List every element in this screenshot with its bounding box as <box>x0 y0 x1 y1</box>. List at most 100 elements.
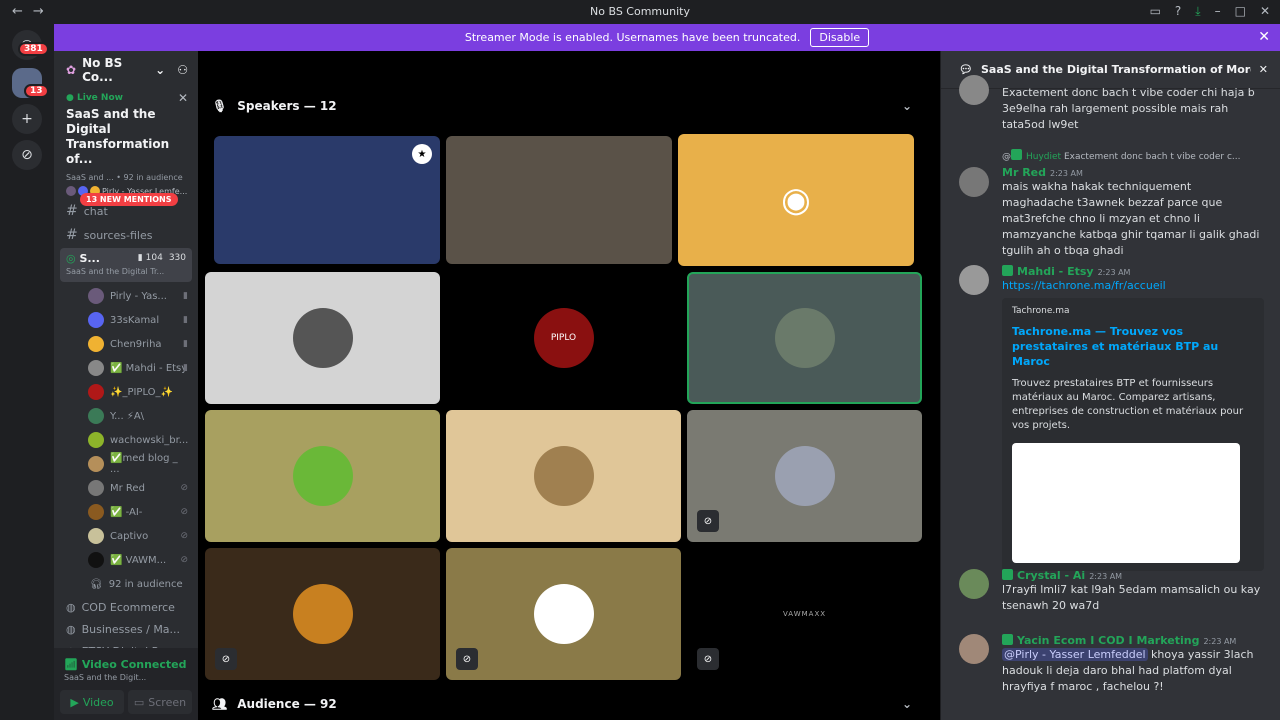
disable-button[interactable]: Disable <box>810 28 870 47</box>
speaker-tile-video-2[interactable] <box>446 136 672 264</box>
live-now-card[interactable]: ● Live Now ✕ SaaS and the Digital Transf… <box>54 89 198 196</box>
speaker-tile-3[interactable] <box>205 272 440 404</box>
voice-sub: SaaS and the Digit... <box>64 673 147 682</box>
member-name: wachowski_br... <box>110 434 189 446</box>
speaker-tile-8[interactable]: ⊘ <box>205 548 440 680</box>
avatar <box>533 584 594 644</box>
embed-site: Tachrone.ma <box>1012 306 1070 316</box>
chevron-down-icon[interactable]: ⌄ <box>902 697 912 711</box>
stage-member-list: Pirly - Yas... ▮ 33sKamal ▮ Chen9riha ▮ ✅ Mahd… <box>54 284 198 572</box>
video-count: ▮ 104 <box>137 253 163 263</box>
stage-member[interactable]: ✨_PIPLO_✨ <box>54 380 198 404</box>
member-name: ✅ VAWM... <box>110 554 167 566</box>
avatar <box>88 480 104 496</box>
avatar[interactable] <box>959 634 989 664</box>
mic-muted-icon: ⊘ <box>697 510 719 532</box>
add-server-icon[interactable]: + <box>12 104 42 134</box>
screen-share-button[interactable]: ▭ Screen <box>128 690 192 714</box>
author-name[interactable]: Mahdi - Etsy <box>1017 265 1094 278</box>
author-name[interactable]: Yacin Ecom I COD I Marketing <box>1017 634 1199 647</box>
speaker-tile-9[interactable]: ⊘ <box>446 548 681 680</box>
server-header[interactable]: ✿ No BS Co... ⌄ ⚇ <box>54 51 198 89</box>
message-link[interactable]: https://tachrone.ma/fr/accueil <box>1002 278 1264 294</box>
embed-image[interactable] <box>1012 443 1240 563</box>
close-chat-icon[interactable]: ✕ <box>1259 63 1268 76</box>
stage-member[interactable]: ✅ -AI- ⊘ <box>54 500 198 524</box>
channel-sources[interactable]: # sources-files <box>54 224 198 246</box>
help-icon[interactable]: ? <box>1175 4 1181 19</box>
avatar <box>88 504 104 520</box>
stage-member[interactable]: 33sKamal ▮ <box>54 308 198 332</box>
mic-muted-icon: ⊘ <box>697 648 719 670</box>
avatar[interactable] <box>959 569 989 599</box>
add-member-icon[interactable]: ⚇ <box>177 63 188 77</box>
avatar <box>88 432 104 448</box>
avatar <box>88 336 104 352</box>
chat-message: Exactement donc bach t vibe coder chi ha… <box>959 75 1264 133</box>
speakers-header[interactable]: 🎙︎ Speakers — 12 ⌄ <box>212 99 922 113</box>
audience-count[interactable]: 🎧︎ 92 in audience <box>54 572 198 596</box>
speaker-tile-video-1[interactable]: ★ <box>214 136 440 264</box>
speaker-tile-5[interactable] <box>205 410 440 542</box>
stage-member[interactable]: ✅med blog _ ... <box>54 452 198 476</box>
chat-bubble-icon: 💬︎ <box>959 63 973 76</box>
download-icon[interactable]: ⤓ <box>1195 4 1200 19</box>
close-banner-icon[interactable]: ✕ <box>1258 29 1270 45</box>
minimize-icon[interactable]: – <box>1215 4 1221 19</box>
user-mention[interactable]: @Pirly - Yasser Lemfeddel <box>1002 648 1148 661</box>
channel-chat-label: chat <box>83 204 108 218</box>
close-window-icon[interactable]: ✕ <box>1260 4 1270 19</box>
chevron-down-icon[interactable]: ⌄ <box>902 99 912 113</box>
avatar <box>533 446 594 506</box>
speaker-tile-piplo[interactable]: PIPLO <box>446 272 681 404</box>
stage-member[interactable]: ✅ Mahdi - Etsy ▮ <box>54 356 198 380</box>
chat-header: 💬︎ SaaS and the Digital Transformation o… <box>941 51 1280 89</box>
stage-member[interactable]: Pirly - Yas... ▮ <box>54 284 198 308</box>
stage-member[interactable]: Y... ⚡A\ <box>54 404 198 428</box>
speaker-tile-active[interactable] <box>687 272 922 404</box>
speaker-tile-discord[interactable]: ◉ <box>678 134 914 266</box>
host-badge-icon: ★ <box>412 144 432 164</box>
avatar <box>292 584 353 644</box>
audience-header[interactable]: 👥︎ Audience — 92 ⌄ <box>212 697 922 711</box>
member-name: ✨_PIPLO_✨ <box>110 386 173 398</box>
video-button[interactable]: ▶ Video <box>60 690 124 714</box>
stage-member[interactable]: Captivo ⊘ <box>54 524 198 548</box>
speaker-tile-6[interactable] <box>446 410 681 542</box>
avatar <box>88 288 104 304</box>
camera-icon: ▮ <box>183 315 188 325</box>
channel-businesses[interactable]: ◍ Businesses / Ma... <box>54 618 198 640</box>
member-name: ✅ -AI- <box>110 506 143 518</box>
close-live-icon[interactable]: ✕ <box>178 91 188 105</box>
stage-member[interactable]: Chen9riha ▮ <box>54 332 198 356</box>
stage-member[interactable]: Mr Red ⊘ <box>54 476 198 500</box>
author-name[interactable]: Crystal - Ai <box>1017 569 1085 582</box>
chat-message-mahdi: Mahdi - Etsy 2:23 AM https://tachrone.ma/… <box>959 265 1264 571</box>
new-mentions-badge[interactable]: 13 NEW MENTIONS <box>80 193 178 206</box>
channel-cod-ecommerce[interactable]: ◍ COD Ecommerce <box>54 596 198 618</box>
forum-icon: ◍ <box>66 600 76 614</box>
avatar <box>292 308 353 368</box>
stage-member[interactable]: wachowski_br... <box>54 428 198 452</box>
speaker-tile-7[interactable]: ⊘ <box>687 410 922 542</box>
inbox-icon[interactable]: ▭ <box>1150 4 1161 19</box>
author-name[interactable]: Mr Red <box>1002 166 1046 179</box>
avatar <box>88 360 104 376</box>
live-meta: SaaS and ... • 92 in audience <box>66 173 183 182</box>
speaker-tile-vawmaxx[interactable]: VAWMAXX ⊘ <box>687 548 922 680</box>
title-bar: ← → No BS Community ▭ ? ⤓ – □ ✕ <box>0 0 1280 24</box>
avatar <box>959 75 989 105</box>
stage-channel[interactable]: ◎ S... SaaS and the Digital Tr... ▮ 104 3… <box>60 248 192 282</box>
camera-icon: ▮ <box>183 291 188 301</box>
people-icon: 👥︎ <box>212 697 228 711</box>
camera-icon: ▮ <box>183 339 188 349</box>
reply-preview[interactable]: @ Huydiet Exactement donc bach t vibe cod… <box>1002 149 1264 162</box>
stage-member[interactable]: ✅ VAWM... ⊘ <box>54 548 198 572</box>
avatar[interactable] <box>959 167 989 197</box>
embed-title[interactable]: Tachrone.ma — Trouvez vos prestataires e… <box>1012 324 1254 369</box>
discover-icon[interactable]: ⊘ <box>12 140 42 170</box>
avatar[interactable] <box>959 265 989 295</box>
hash-icon: # <box>66 203 78 219</box>
voice-status: Video Connected <box>81 658 187 671</box>
maximize-icon[interactable]: □ <box>1235 4 1246 19</box>
